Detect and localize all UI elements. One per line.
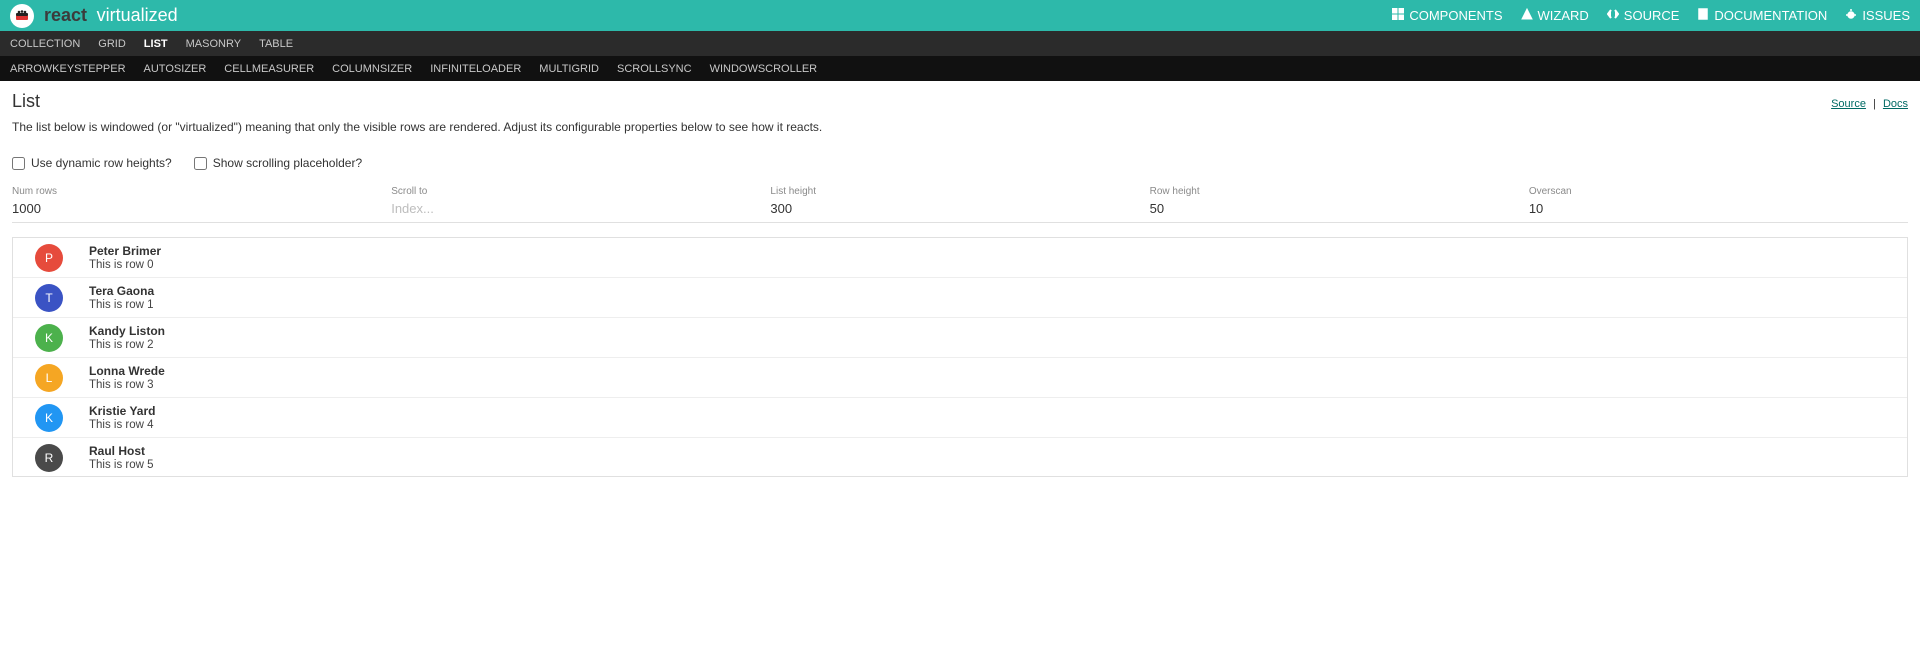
list-row[interactable]: P Peter Brimer This is row 0 [13,238,1907,278]
row-text: Lonna Wrede This is row 3 [89,364,165,391]
subnav2-item-windowscroller[interactable]: WINDOWSCROLLER [710,63,818,75]
check-placeholder-label: Show scrolling placeholder? [213,156,362,170]
doc-icon [1697,8,1709,23]
top-nav: COMPONENTS WIZARD SOURCE DOCUMENTATION ISSUE… [1392,8,1910,23]
row-text: Kandy Liston This is row 2 [89,324,165,351]
row-subtitle: This is row 1 [89,299,154,311]
react-logo-icon [14,8,30,24]
list-row[interactable]: R Raul Host This is row 5 [13,438,1907,477]
grid-icon [1392,8,1404,23]
check-scrolling-placeholder[interactable]: Show scrolling placeholder? [194,156,362,170]
page-description: The list below is windowed (or "virtuali… [12,120,1908,134]
topnav-label: COMPONENTS [1409,8,1502,23]
brand-react: react [44,5,87,25]
field-overscan: Overscan [1529,182,1908,222]
avatar: L [35,364,63,392]
check-placeholder-input[interactable] [194,157,207,170]
checkbox-row: Use dynamic row heights? Show scrolling … [12,156,1908,170]
field-num-rows: Num rows [12,182,391,222]
content: List Source | Docs The list below is win… [0,81,1920,487]
subnav-secondary: ARROWKEYSTEPPER AUTOSIZER CELLMEASURER COLU… [0,56,1920,81]
fields-row: Num rows Scroll to List height Row heigh… [12,182,1908,223]
check-dynamic-row-heights[interactable]: Use dynamic row heights? [12,156,172,170]
list-row[interactable]: T Tera Gaona This is row 1 [13,278,1907,318]
row-text: Tera Gaona This is row 1 [89,284,154,311]
subnav-item-table[interactable]: TABLE [259,38,293,50]
avatar: R [35,444,63,472]
row-name: Kandy Liston [89,324,165,338]
check-dynamic-label: Use dynamic row heights? [31,156,172,170]
row-text: Kristie Yard This is row 4 [89,404,155,431]
field-overscan-input[interactable] [1529,201,1889,216]
subnav-item-list[interactable]: LIST [144,38,168,50]
row-subtitle: This is row 4 [89,419,155,431]
subnav-item-masonry[interactable]: MASONRY [186,38,241,50]
field-row-height-input[interactable] [1150,201,1510,216]
subnav2-item-autosizer[interactable]: AUTOSIZER [144,63,207,75]
link-source[interactable]: Source [1831,98,1866,110]
avatar: K [35,404,63,432]
row-subtitle: This is row 2 [89,339,165,351]
topnav-documentation[interactable]: DOCUMENTATION [1697,8,1827,23]
avatar: T [35,284,63,312]
topnav-wizard[interactable]: WIZARD [1521,8,1589,23]
subnav2-item-columnsizer[interactable]: COLUMNSIZER [332,63,412,75]
row-name: Raul Host [89,444,154,458]
bug-icon [1845,8,1857,23]
page-links: Source | Docs [1831,98,1908,110]
field-scroll-to-label: Scroll to [391,186,770,197]
subnav-item-grid[interactable]: GRID [98,38,126,50]
field-row-height: Row height [1150,182,1529,222]
topnav-label: DOCUMENTATION [1714,8,1827,23]
row-subtitle: This is row 0 [89,259,161,271]
list-row[interactable]: K Kandy Liston This is row 2 [13,318,1907,358]
list-row[interactable]: K Kristie Yard This is row 4 [13,398,1907,438]
row-subtitle: This is row 5 [89,459,154,471]
topnav-label: SOURCE [1624,8,1680,23]
row-subtitle: This is row 3 [89,379,165,391]
topnav-label: WIZARD [1538,8,1589,23]
field-scroll-to: Scroll to [391,182,770,222]
subnav-primary: COLLECTION GRID LIST MASONRY TABLE [0,31,1920,56]
field-num-rows-label: Num rows [12,186,391,197]
brand: react virtualized [44,5,178,26]
row-name: Tera Gaona [89,284,154,298]
topnav-issues[interactable]: ISSUES [1845,8,1910,23]
subnav2-item-arrowkeystepper[interactable]: ARROWKEYSTEPPER [10,63,126,75]
check-dynamic-input[interactable] [12,157,25,170]
field-row-height-label: Row height [1150,186,1529,197]
avatar: K [35,324,63,352]
row-name: Lonna Wrede [89,364,165,378]
topnav-label: ISSUES [1862,8,1910,23]
top-bar: react virtualized COMPONENTS WIZARD SOURCE… [0,0,1920,31]
virtualized-list[interactable]: P Peter Brimer This is row 0 T Tera Gaon… [12,237,1908,477]
field-scroll-to-input[interactable] [391,201,751,216]
title-row: List Source | Docs [12,91,1908,112]
code-icon [1607,8,1619,23]
logo-icon [10,4,34,28]
link-separator: | [1873,98,1876,110]
topnav-source[interactable]: SOURCE [1607,8,1680,23]
subnav2-item-infiniteloader[interactable]: INFINITELOADER [430,63,521,75]
subnav-item-collection[interactable]: COLLECTION [10,38,80,50]
field-num-rows-input[interactable] [12,201,372,216]
row-text: Raul Host This is row 5 [89,444,154,471]
row-text: Peter Brimer This is row 0 [89,244,161,271]
brand-virtualized: virtualized [97,5,178,25]
field-list-height-label: List height [770,186,1149,197]
topnav-components[interactable]: COMPONENTS [1392,8,1502,23]
row-name: Kristie Yard [89,404,155,418]
field-overscan-label: Overscan [1529,186,1908,197]
row-name: Peter Brimer [89,244,161,258]
subnav2-item-cellmeasurer[interactable]: CELLMEASURER [224,63,314,75]
field-list-height: List height [770,182,1149,222]
page-title: List [12,91,40,112]
link-docs[interactable]: Docs [1883,98,1908,110]
list-row[interactable]: L Lonna Wrede This is row 3 [13,358,1907,398]
subnav2-item-scrollsync[interactable]: SCROLLSYNC [617,63,692,75]
avatar: P [35,244,63,272]
subnav2-item-multigrid[interactable]: MULTIGRID [539,63,599,75]
field-list-height-input[interactable] [770,201,1130,216]
tri-icon [1521,8,1533,23]
